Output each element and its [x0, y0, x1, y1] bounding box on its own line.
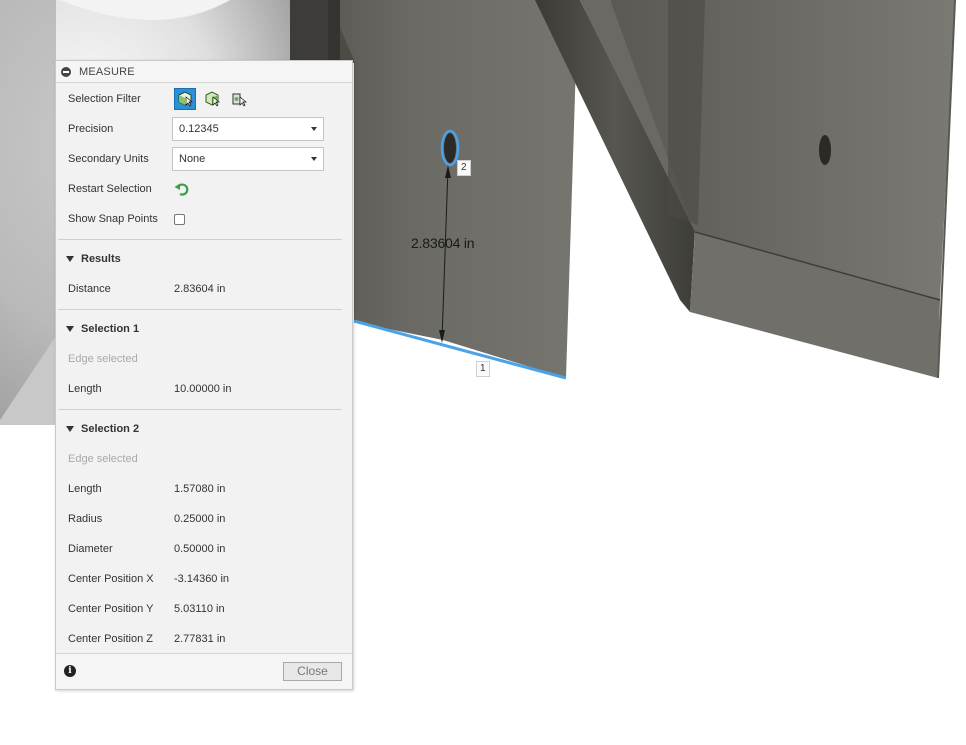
selection2-center-z-label: Center Position Z: [68, 633, 153, 645]
selection2-center-y-row: Center Position Y 5.03110 in: [68, 599, 343, 619]
selection2-center-z-row: Center Position Z 2.77831 in: [68, 629, 343, 649]
selection1-heading: Selection 1: [81, 323, 140, 335]
dialog-title: MEASURE: [79, 65, 135, 78]
distance-value: 2.83604 in: [174, 283, 226, 295]
selection2-center-y-label: Center Position Y: [68, 603, 154, 615]
divider: [58, 239, 342, 240]
show-snap-points-checkbox[interactable]: [174, 213, 185, 225]
selection1-type-row: Edge selected: [68, 349, 343, 369]
secondary-units-dropdown[interactable]: None: [172, 147, 324, 171]
secondary-units-value: None: [179, 153, 206, 165]
filter-edge-icon[interactable]: [201, 88, 223, 110]
secondary-units-row: Secondary Units None: [68, 147, 343, 171]
precision-row: Precision 0.12345: [68, 117, 343, 141]
selection2-center-x-row: Center Position X -3.14360 in: [68, 569, 343, 589]
expand-triangle-icon: [66, 326, 74, 332]
selection2-center-x-value: -3.14360 in: [174, 573, 230, 585]
close-button[interactable]: Close: [283, 662, 342, 681]
selection1-type: Edge selected: [68, 353, 138, 365]
show-snap-points-label: Show Snap Points: [68, 213, 158, 225]
measure-dialog: MEASURE Selection Filter Precision 0.123…: [55, 60, 353, 690]
expand-triangle-icon: [66, 256, 74, 262]
selection2-type-row: Edge selected: [68, 449, 343, 469]
selection2-center-y-value: 5.03110 in: [174, 603, 225, 615]
selection-filter-label: Selection Filter: [68, 93, 141, 105]
selection2-length-label: Length: [68, 483, 102, 495]
results-heading: Results: [81, 253, 121, 265]
selection2-section-header[interactable]: Selection 2: [66, 419, 139, 439]
selection1-length-value: 10.00000 in: [174, 383, 232, 395]
chevron-down-icon: [311, 157, 317, 161]
selection2-diameter-row: Diameter 0.50000 in: [68, 539, 343, 559]
dialog-footer: i Close: [56, 653, 352, 689]
show-snap-points-row: Show Snap Points: [68, 209, 343, 229]
dimension-label: 2.83604 in: [411, 235, 475, 251]
precision-value: 0.12345: [179, 123, 219, 135]
selection2-type: Edge selected: [68, 453, 138, 465]
filter-vertex-icon[interactable]: [228, 88, 250, 110]
dialog-header[interactable]: MEASURE: [56, 61, 352, 83]
precision-label: Precision: [68, 123, 114, 135]
restart-selection-row: Restart Selection: [68, 179, 343, 199]
pick-tag-1: 1: [476, 361, 490, 377]
selection2-radius-row: Radius 0.25000 in: [68, 509, 343, 529]
secondary-units-label: Secondary Units: [68, 153, 149, 165]
results-section-header[interactable]: Results: [66, 249, 121, 269]
selection1-length-label: Length: [68, 383, 102, 395]
collapse-icon[interactable]: [61, 66, 71, 77]
selection2-center-z-value: 2.77831 in: [174, 633, 226, 645]
selection1-section-header[interactable]: Selection 1: [66, 319, 139, 339]
selection2-center-x-label: Center Position X: [68, 573, 154, 585]
filter-body-face-icon[interactable]: [174, 88, 196, 110]
selection1-length-row: Length 10.00000 in: [68, 379, 343, 399]
precision-dropdown[interactable]: 0.12345: [172, 117, 324, 141]
info-icon[interactable]: i: [64, 665, 76, 677]
selection2-radius-label: Radius: [68, 513, 103, 525]
divider: [58, 309, 342, 310]
selection2-length-row: Length 1.57080 in: [68, 479, 343, 499]
divider: [58, 409, 342, 410]
pick-tag-2: 2: [457, 160, 471, 176]
selection2-diameter-value: 0.50000 in: [174, 543, 226, 555]
expand-triangle-icon: [66, 426, 74, 432]
selection2-length-value: 1.57080 in: [174, 483, 226, 495]
restart-selection-label: Restart Selection: [68, 183, 152, 195]
selection2-radius-value: 0.25000 in: [174, 513, 226, 525]
distance-label: Distance: [68, 283, 111, 295]
selection-filter-row: Selection Filter: [68, 88, 343, 110]
chevron-down-icon: [311, 127, 317, 131]
selection2-diameter-label: Diameter: [68, 543, 113, 555]
restart-icon[interactable]: [174, 181, 190, 197]
selection2-heading: Selection 2: [81, 423, 140, 435]
distance-row: Distance 2.83604 in: [68, 279, 343, 299]
